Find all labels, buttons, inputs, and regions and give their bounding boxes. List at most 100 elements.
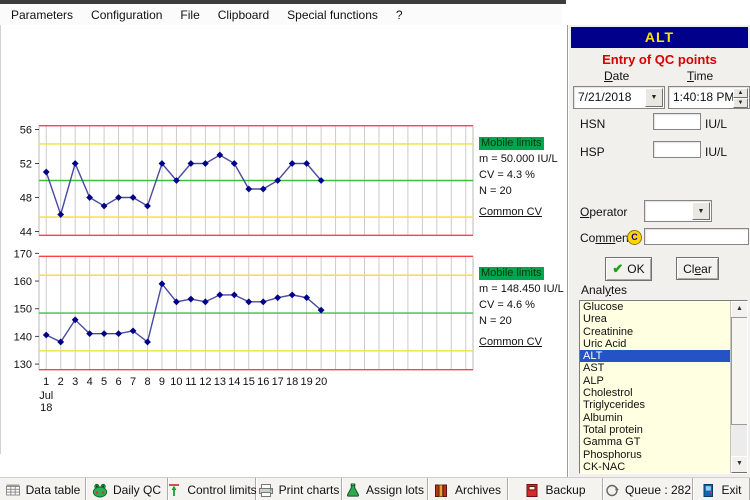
analyte-item-albumin[interactable]: Albumin: [580, 412, 747, 424]
x-tick-label: 18: [286, 376, 298, 388]
scroll-down-icon[interactable]: ▼: [731, 456, 748, 473]
toolbar-button-label: Queue : 282: [625, 483, 691, 497]
toolbar-button-exit[interactable]: Exit: [693, 478, 750, 500]
hsp-input[interactable]: [653, 141, 701, 158]
toolbar-button-backup[interactable]: Backup: [508, 478, 603, 500]
menu-bar: ParametersConfigurationFileClipboardSpec…: [0, 4, 562, 26]
qc-data-point: [245, 298, 252, 305]
analyte-item-cholestrol[interactable]: Cholestrol: [580, 387, 747, 399]
bottom-toolbar: Data table Daily QC Control limits Print ch…: [0, 477, 750, 500]
scroll-up-icon[interactable]: ▲: [731, 301, 748, 318]
backup-icon: [524, 483, 540, 498]
comment-icon[interactable]: C: [627, 230, 642, 245]
toolbar-button-assign-lots[interactable]: Assign lots: [342, 478, 428, 500]
clear-button-label: Clear: [683, 262, 712, 276]
menu-item-configuration[interactable]: Configuration: [82, 5, 171, 25]
qc-data-point: [86, 194, 93, 201]
x-tick-label: 19: [301, 376, 313, 388]
x-tick-label: 12: [199, 376, 211, 388]
common-cv-link[interactable]: Common CV: [479, 336, 542, 349]
y-tick-label: 56: [20, 125, 32, 137]
analyte-item-creatinine[interactable]: Creatinine: [580, 326, 747, 338]
toolbar-button-daily-qc[interactable]: Daily QC: [86, 478, 168, 500]
analyte-item-ast[interactable]: AST: [580, 362, 747, 374]
menu-item-file[interactable]: File: [171, 5, 208, 25]
toolbar-button-archives[interactable]: Archives: [428, 478, 508, 500]
table-icon: [5, 483, 21, 498]
clear-button[interactable]: Clear: [676, 257, 719, 280]
entry-heading: Entry of QC points: [568, 52, 750, 67]
analyte-item-ck-nac[interactable]: CK-NAC: [580, 461, 747, 473]
qc-data-point: [72, 160, 79, 167]
hsn-input[interactable]: [653, 113, 701, 130]
time-label: Time: [687, 69, 713, 83]
ok-button[interactable]: ✔ OK: [605, 257, 652, 281]
toolbar-button-print-charts[interactable]: Print charts: [256, 478, 342, 500]
flask-icon: [345, 483, 361, 498]
analyte-item-uric-acid[interactable]: Uric Acid: [580, 338, 747, 350]
analyte-item-alp[interactable]: ALP: [580, 375, 747, 387]
x-tick-label: 9: [159, 376, 165, 388]
toolbar-button-control-limits[interactable]: Control limits: [168, 478, 256, 500]
analyte-item-glucose[interactable]: Glucose: [580, 301, 747, 313]
qc-data-point: [289, 291, 296, 298]
qc-data-point: [202, 160, 209, 167]
date-label: Date: [604, 69, 629, 83]
dropdown-arrow-icon[interactable]: ▼: [645, 88, 663, 107]
mobile-limits-badge: Mobile limits: [479, 137, 544, 150]
qc-data-point: [144, 203, 151, 210]
operator-select[interactable]: ▼: [644, 200, 712, 222]
qc-data-point: [43, 332, 50, 339]
toolbar-button-data-table[interactable]: Data table: [0, 478, 86, 500]
limits-icon: [166, 483, 182, 498]
analyte-item-gamma-gt[interactable]: Gamma GT: [580, 436, 747, 448]
comment-input[interactable]: [644, 228, 749, 245]
qc-data-point: [260, 186, 267, 193]
x-tick-label: 2: [58, 376, 64, 388]
mobile-limits-box-level2: Mobile limits m = 148.450 IU/L CV = 4.6 …: [479, 267, 567, 349]
analyte-item-urea[interactable]: Urea: [580, 313, 747, 325]
toolbar-button-label: Exit: [721, 483, 741, 497]
analyte-item-triglycerides[interactable]: Triglycerides: [580, 399, 747, 411]
mean-value-text: m = 148.450 IU/L: [479, 283, 567, 296]
analyte-title-banner: ALT: [571, 27, 748, 48]
toolbar-button-label: Assign lots: [366, 483, 424, 497]
queue-icon: [604, 483, 620, 498]
menu-item-parameters[interactable]: Parameters: [2, 5, 82, 25]
toolbar-button-label: Print charts: [279, 483, 340, 497]
date-picker[interactable]: 7/21/2018 ▼: [573, 86, 665, 109]
dropdown-arrow-icon[interactable]: ▼: [692, 202, 710, 220]
x-tick-label: 16: [257, 376, 269, 388]
spin-up-icon[interactable]: ▲: [733, 88, 748, 98]
menu-item-clipboard[interactable]: Clipboard: [209, 5, 278, 25]
cv-value-text: CV = 4.3 %: [479, 169, 567, 182]
qc-data-point: [245, 186, 252, 193]
menu-item-[interactable]: ?: [387, 5, 412, 25]
x-tick-label: 15: [243, 376, 255, 388]
x-axis-start-date: Jul: [39, 390, 53, 402]
common-cv-link[interactable]: Common CV: [479, 206, 542, 219]
spin-down-icon[interactable]: ▼: [733, 98, 748, 108]
analytes-label: Analytes: [581, 283, 627, 297]
qc-data-point: [115, 330, 122, 337]
x-tick-label: 5: [101, 376, 107, 388]
scrollbar-thumb[interactable]: [731, 317, 748, 425]
toolbar-button-label: Data table: [26, 483, 81, 497]
x-tick-label: 3: [72, 376, 78, 388]
time-picker[interactable]: 1:40:18 PM ▲ ▼: [668, 86, 750, 109]
printer-icon: [258, 483, 274, 498]
analytes-scrollbar[interactable]: ▲ ▼: [730, 301, 747, 473]
x-tick-label: 11: [185, 376, 196, 388]
analyte-item-alt[interactable]: ALT: [580, 350, 747, 362]
y-tick-label: 170: [14, 248, 32, 260]
time-spinner: ▲ ▼: [733, 88, 748, 107]
x-tick-label: 8: [144, 376, 150, 388]
menu-item-special-functions[interactable]: Special functions: [278, 5, 387, 25]
toolbar-button-queue-282[interactable]: Queue : 282: [603, 478, 693, 500]
qc-data-point: [130, 194, 137, 201]
x-tick-label: 13: [214, 376, 226, 388]
analyte-item-total-protein[interactable]: Total protein: [580, 424, 747, 436]
x-tick-label: 4: [87, 376, 93, 388]
toolbar-button-label: Control limits: [187, 483, 256, 497]
analyte-item-phosphorus[interactable]: Phosphorus: [580, 449, 747, 461]
